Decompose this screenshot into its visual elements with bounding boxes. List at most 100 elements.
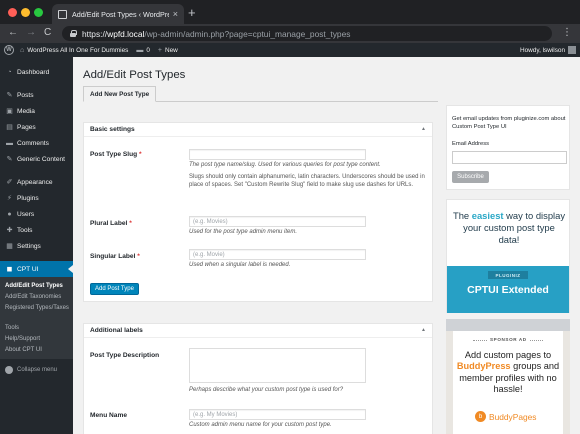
sidebar-item-tools[interactable]: ✚ Tools [0, 222, 73, 238]
cptui-submenu: Add/Edit Post Types Add/Edit Taxonomies … [0, 277, 73, 359]
sidebar-item-label: Users [17, 210, 35, 218]
comments-link[interactable]: ▬ 0 [136, 47, 150, 54]
sidebar-item-appearance[interactable]: ✐ Appearance [0, 174, 73, 190]
address-bar[interactable]: https://wpfd.local/wp-admin/admin.php?pa… [62, 26, 552, 41]
media-icon: ▣ [6, 108, 13, 115]
submenu-registered-types[interactable]: Registered Types/Taxes [0, 302, 73, 322]
additional-labels-box: Additional labels ▲ Post Type Descriptio… [83, 323, 433, 434]
pages-icon: ▤ [6, 124, 13, 131]
pin-icon: ✎ [6, 92, 13, 99]
menu-name-label: Menu Name [90, 412, 128, 419]
basic-settings-header[interactable]: Basic settings ▲ [84, 123, 432, 137]
submenu-add-edit-taxonomies[interactable]: Add/Edit Taxonomies [0, 291, 73, 302]
minimize-window-button[interactable] [21, 8, 30, 17]
page-title: Add/Edit Post Types [83, 69, 186, 81]
browser-tab[interactable]: Add/Edit Post Types ‹ WordPre… × [52, 4, 184, 24]
ad-headline: Add custom pages to BuddyPress groups an… [455, 350, 561, 396]
forward-icon[interactable]: → [26, 27, 36, 39]
site-name-link[interactable]: ⌂ WordPress All In One For Dummies [20, 47, 128, 54]
submenu-about[interactable]: About CPT UI [0, 344, 73, 355]
maximize-window-button[interactable] [34, 8, 43, 17]
add-post-type-button[interactable]: Add Post Type [90, 283, 139, 295]
post-type-slug-input[interactable] [189, 149, 366, 160]
description-textarea[interactable] [189, 348, 366, 383]
wordpress-logo-icon[interactable]: W [4, 45, 14, 55]
account-menu[interactable]: Howdy, lswilson [520, 43, 576, 57]
main-content: Add/Edit Post Types Add New Post Type Ba… [73, 57, 580, 434]
plural-help-text: Used for the post type admin menu item. [189, 229, 298, 235]
label-text: Post Type Slug [90, 151, 138, 158]
submenu-help-support[interactable]: Help/Support [0, 333, 73, 344]
tab-close-icon[interactable]: × [173, 9, 178, 19]
singular-help-text: Used when a singular label is needed. [189, 262, 291, 268]
sidebar-item-media[interactable]: ▣ Media [0, 103, 73, 119]
brush-icon: ✐ [6, 179, 13, 186]
new-label: New [165, 46, 178, 54]
sidebar-item-label: Pages [17, 123, 36, 131]
url-path: /wp-admin/admin.php?page=cptui_manage_po… [144, 28, 351, 39]
buddypages-ad[interactable]: SPONSOR AD Add custom pages to BuddyPres… [446, 319, 570, 434]
email-signup-box: Get email updates from pluginize.com abo… [446, 105, 570, 190]
cptui-icon: ◼ [6, 266, 13, 273]
settings-icon: ▦ [6, 243, 13, 250]
sidebar-item-comments[interactable]: ▬ Comments [0, 135, 73, 151]
label-text: Plural Label [90, 220, 128, 227]
description-help-text: Perhaps describe what your custom post t… [189, 387, 344, 393]
singular-label-input[interactable]: (e.g. Movie) [189, 249, 366, 260]
sidebar-item-generic-content[interactable]: ✎ Generic Content [0, 151, 73, 167]
sidebar-item-label: CPT UI [17, 265, 39, 273]
new-tab-button[interactable]: + [188, 6, 196, 19]
sponsor-tag: SPONSOR AD [488, 337, 529, 342]
lock-icon [70, 30, 77, 37]
email-address-input[interactable] [452, 151, 567, 164]
plural-label-input[interactable]: (e.g. Movies) [189, 216, 366, 227]
sidebar-item-label: Appearance [17, 178, 53, 186]
home-icon: ⌂ [20, 46, 25, 54]
ad-text-part: Add custom pages to [464, 350, 552, 360]
sidebar-item-label: Comments [17, 139, 49, 147]
ad-product-title: CPTUI Extended [467, 284, 549, 296]
ad-brand: BuddyPress [456, 361, 511, 372]
sidebar-item-users[interactable]: ● Users [0, 206, 73, 222]
buddypages-logo: b BuddyPages [475, 411, 537, 422]
plural-label-label: Plural Label * [90, 220, 132, 227]
collapse-arrow-icon[interactable]: ▲ [421, 126, 426, 132]
sidebar-item-dashboard[interactable]: ◔ Dashboard [0, 64, 73, 80]
collapse-label: Collapse menu [17, 367, 58, 373]
required-marker: * [129, 220, 132, 227]
ad-text-part: The [452, 210, 472, 221]
cptui-extended-ad[interactable]: The easiest way to display your custom p… [446, 199, 570, 313]
ad-top-bar [446, 319, 570, 331]
back-icon[interactable]: ← [8, 27, 18, 39]
sidebar-item-posts[interactable]: ✎ Posts [0, 87, 73, 103]
subscribe-button[interactable]: Subscribe [452, 171, 489, 183]
ad-banner: PLUGINIZ CPTUI Extended [447, 266, 569, 313]
sidebar-item-label: Tools [17, 226, 33, 234]
description-label: Post Type Description [90, 352, 160, 359]
submenu-tools[interactable]: Tools [0, 322, 73, 333]
additional-labels-header[interactable]: Additional labels ▲ [84, 324, 432, 338]
collapse-arrow-icon[interactable]: ▲ [421, 327, 426, 333]
howdy-text: Howdy, lswilson [520, 46, 565, 54]
slug-note: Slugs should only contain alphanumeric, … [189, 174, 425, 189]
menu-name-input[interactable]: (e.g. My Movies) [189, 409, 366, 420]
close-window-button[interactable] [8, 8, 17, 17]
new-content-link[interactable]: + New [158, 47, 178, 54]
sidebar-item-label: Dashboard [17, 68, 50, 76]
tab-add-new-post-type[interactable]: Add New Post Type [83, 86, 157, 102]
sidebar-item-settings[interactable]: ▦ Settings [0, 238, 73, 254]
sidebar-item-label: Posts [17, 91, 34, 99]
wp-admin-bar: W ⌂ WordPress All In One For Dummies ▬ 0 +… [0, 43, 580, 57]
sidebar-item-label: Plugins [17, 194, 39, 202]
reload-icon[interactable]: C [44, 27, 51, 39]
sidebar-item-cpt-ui[interactable]: ◼ CPT UI [0, 261, 73, 277]
comments-icon: ▬ [6, 139, 13, 147]
avatar [568, 46, 576, 54]
browser-menu-icon[interactable]: ⋮ [562, 28, 572, 38]
sidebar-item-pages[interactable]: ▤ Pages [0, 119, 73, 135]
collapse-menu-button[interactable]: Collapse menu [0, 363, 73, 377]
submenu-add-edit-post-types[interactable]: Add/Edit Post Types [0, 280, 73, 291]
wrench-icon: ✚ [6, 227, 13, 234]
url-text: https://wpfd.local/wp-admin/admin.php?pa… [82, 29, 350, 39]
sidebar-item-plugins[interactable]: ⚡ Plugins [0, 190, 73, 206]
